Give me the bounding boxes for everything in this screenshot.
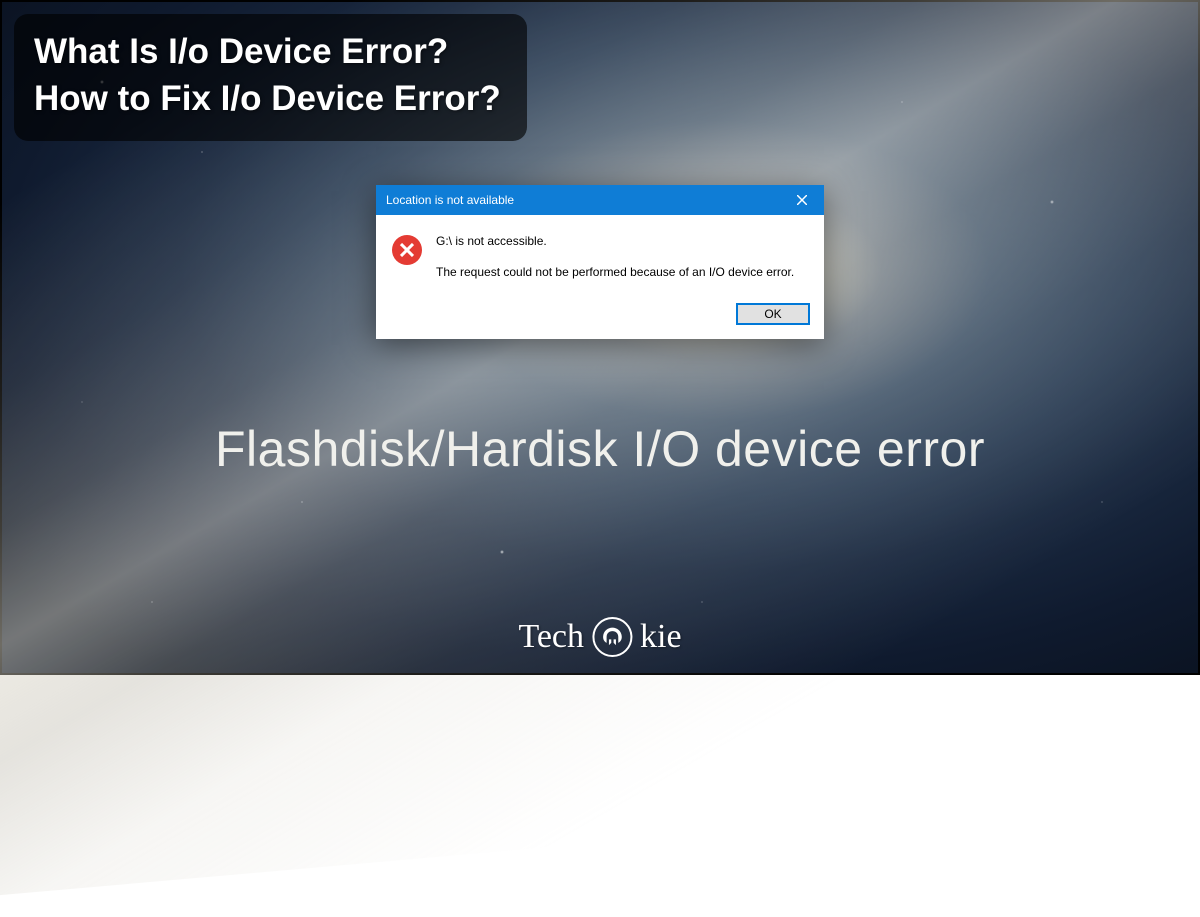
dialog-titlebar[interactable]: Location is not available <box>376 185 824 215</box>
dialog-title: Location is not available <box>386 193 514 207</box>
title-line-2: How to Fix I/o Device Error? <box>34 79 501 118</box>
brand-logo-group: Tech kie <box>518 617 681 657</box>
brand-emblem-icon <box>592 617 632 657</box>
brand-prefix: Tech <box>518 618 584 656</box>
close-icon <box>797 192 807 208</box>
dialog-message-line-2: The request could not be performed becau… <box>436 264 794 281</box>
dialog-footer: OK <box>376 295 824 339</box>
close-button[interactable] <box>779 185 824 215</box>
brand-suffix: kie <box>640 618 682 656</box>
title-heading: What Is I/o Device Error? How to Fix I/o… <box>34 28 501 123</box>
main-caption: Flashdisk/Hardisk I/O device error <box>0 420 1200 478</box>
title-line-1: What Is I/o Device Error? <box>34 32 448 71</box>
ok-button[interactable]: OK <box>736 303 810 325</box>
dialog-message-line-1: G:\ is not accessible. <box>436 233 794 250</box>
error-dialog: Location is not available G:\ is not acc… <box>376 185 824 339</box>
title-overlay: What Is I/o Device Error? How to Fix I/o… <box>14 14 527 141</box>
dialog-body: G:\ is not accessible. The request could… <box>376 215 824 295</box>
error-icon <box>392 235 422 265</box>
dialog-message: G:\ is not accessible. The request could… <box>436 233 794 281</box>
